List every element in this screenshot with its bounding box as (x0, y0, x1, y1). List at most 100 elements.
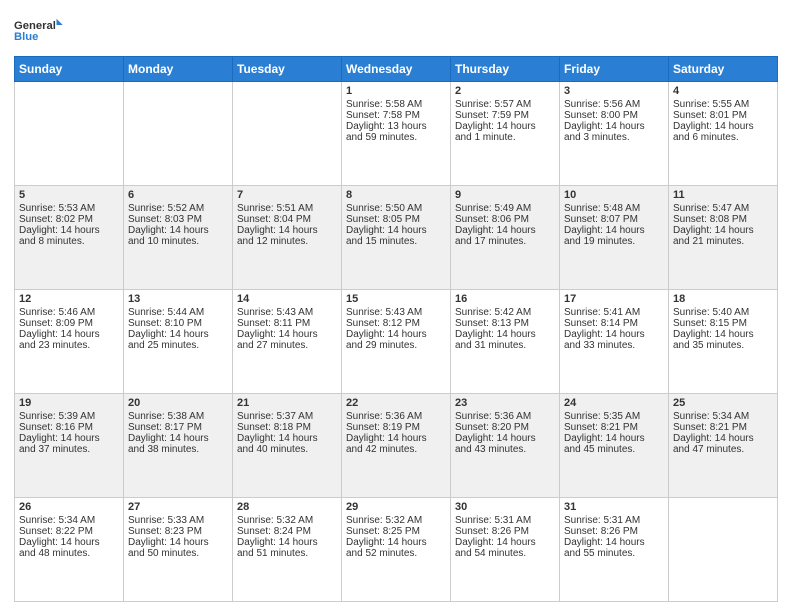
day-info-line: Sunset: 8:14 PM (564, 318, 664, 329)
day-cell-11: 11Sunrise: 5:47 AMSunset: 8:08 PMDayligh… (669, 186, 778, 290)
day-number-20: 20 (128, 397, 228, 409)
day-info-line: Sunset: 8:09 PM (19, 318, 119, 329)
day-info-line: Sunrise: 5:52 AM (128, 203, 228, 214)
day-info-line: Sunrise: 5:49 AM (455, 203, 555, 214)
day-cell-27: 27Sunrise: 5:33 AMSunset: 8:23 PMDayligh… (124, 498, 233, 602)
day-info-line: Daylight: 14 hours and 37 minutes. (19, 433, 119, 455)
day-info-line: Sunset: 8:08 PM (673, 214, 773, 225)
day-info-line: Sunrise: 5:43 AM (346, 307, 446, 318)
day-info-line: Sunset: 8:01 PM (673, 110, 773, 121)
day-number-22: 22 (346, 397, 446, 409)
day-number-19: 19 (19, 397, 119, 409)
day-cell-31: 31 Sunrise: 5:31 AMSunset: 8:26 PMDayligh… (560, 498, 669, 602)
day-info-line: Sunrise: 5:31 AM (455, 515, 555, 526)
day-info-line: Daylight: 14 hours and 45 minutes. (564, 433, 664, 455)
day-number-17: 17 (564, 293, 664, 305)
empty-cell (124, 82, 233, 186)
empty-cell (233, 82, 342, 186)
day-cell-5: 5Sunrise: 5:53 AMSunset: 8:02 PMDaylight… (15, 186, 124, 290)
day-info-line: Sunset: 8:00 PM (564, 110, 664, 121)
day-cell-23: 23Sunrise: 5:36 AMSunset: 8:20 PMDayligh… (451, 394, 560, 498)
day-info-line: Sunrise: 5:38 AM (128, 411, 228, 422)
day-info-line: Sunset: 8:18 PM (237, 422, 337, 433)
empty-cell (15, 82, 124, 186)
day-cell-25: 25Sunrise: 5:34 AMSunset: 8:21 PMDayligh… (669, 394, 778, 498)
day-info-line: Sunrise: 5:32 AM (237, 515, 337, 526)
svg-text:Blue: Blue (14, 31, 38, 43)
day-info-line: Daylight: 14 hours and 3 minutes. (564, 121, 664, 143)
day-info-line: Sunrise: 5:36 AM (455, 411, 555, 422)
day-number-21: 21 (237, 397, 337, 409)
day-cell-2: 2Sunrise: 5:57 AMSunset: 7:59 PMDaylight… (451, 82, 560, 186)
day-info-line: Sunset: 8:05 PM (346, 214, 446, 225)
day-info-line: Sunrise: 5:57 AM (455, 99, 555, 110)
day-number-7: 7 (237, 189, 337, 201)
day-cell-14: 14Sunrise: 5:43 AMSunset: 8:11 PMDayligh… (233, 290, 342, 394)
day-number-29: 29 (346, 501, 446, 513)
day-cell-12: 12Sunrise: 5:46 AMSunset: 8:09 PMDayligh… (15, 290, 124, 394)
day-number-1: 1 (346, 85, 446, 97)
day-info-line: Sunrise: 5:51 AM (237, 203, 337, 214)
day-info-line: Daylight: 14 hours and 15 minutes. (346, 225, 446, 247)
header-monday: Monday (124, 57, 233, 82)
day-info-line: Sunrise: 5:43 AM (237, 307, 337, 318)
day-cell-24: 24Sunrise: 5:35 AMSunset: 8:21 PMDayligh… (560, 394, 669, 498)
svg-text:General: General (14, 20, 56, 32)
day-number-25: 25 (673, 397, 773, 409)
day-info-line: Sunset: 8:07 PM (564, 214, 664, 225)
day-info-line: Daylight: 14 hours and 54 minutes. (455, 537, 555, 559)
day-cell-7: 7Sunrise: 5:51 AMSunset: 8:04 PMDaylight… (233, 186, 342, 290)
day-cell-26: 26Sunrise: 5:34 AMSunset: 8:22 PMDayligh… (15, 498, 124, 602)
day-info-line: Sunset: 8:11 PM (237, 318, 337, 329)
day-info-line: Sunrise: 5:37 AM (237, 411, 337, 422)
day-number-15: 15 (346, 293, 446, 305)
day-info-line: Daylight: 14 hours and 52 minutes. (346, 537, 446, 559)
day-cell-18: 18Sunrise: 5:40 AMSunset: 8:15 PMDayligh… (669, 290, 778, 394)
day-number-30: 30 (455, 501, 555, 513)
day-info-line: Sunset: 8:22 PM (19, 526, 119, 537)
day-info-line: Daylight: 13 hours and 59 minutes. (346, 121, 446, 143)
day-info-line: Daylight: 14 hours and 31 minutes. (455, 329, 555, 351)
day-cell-22: 22Sunrise: 5:36 AMSunset: 8:19 PMDayligh… (342, 394, 451, 498)
week-row-3: 12Sunrise: 5:46 AMSunset: 8:09 PMDayligh… (15, 290, 778, 394)
header-thursday: Thursday (451, 57, 560, 82)
week-row-4: 19Sunrise: 5:39 AMSunset: 8:16 PMDayligh… (15, 394, 778, 498)
day-info-line: Sunrise: 5:31 AM (564, 515, 664, 526)
day-cell-3: 3Sunrise: 5:56 AMSunset: 8:00 PMDaylight… (560, 82, 669, 186)
day-info-line: Sunrise: 5:53 AM (19, 203, 119, 214)
day-info-line: Daylight: 14 hours and 47 minutes. (673, 433, 773, 455)
day-cell-30: 30Sunrise: 5:31 AMSunset: 8:26 PMDayligh… (451, 498, 560, 602)
day-info-line: Sunrise: 5:40 AM (673, 307, 773, 318)
day-info-line: Daylight: 14 hours and 51 minutes. (237, 537, 337, 559)
day-info-line: Sunset: 8:06 PM (455, 214, 555, 225)
day-cell-28: 28Sunrise: 5:32 AMSunset: 8:24 PMDayligh… (233, 498, 342, 602)
day-number-31: 31 (564, 501, 664, 513)
day-info-line: Sunrise: 5:34 AM (673, 411, 773, 422)
header-friday: Friday (560, 57, 669, 82)
day-info-line: Daylight: 14 hours and 29 minutes. (346, 329, 446, 351)
day-cell-20: 20Sunrise: 5:38 AMSunset: 8:17 PMDayligh… (124, 394, 233, 498)
day-cell-29: 29 Sunrise: 5:32 AMSunset: 8:25 PMDayligh… (342, 498, 451, 602)
day-info-line: Sunset: 8:21 PM (564, 422, 664, 433)
header-wednesday: Wednesday (342, 57, 451, 82)
day-info-line: Sunrise: 5:48 AM (564, 203, 664, 214)
day-info-line: Sunrise: 5:44 AM (128, 307, 228, 318)
day-info-line: Sunrise: 5:39 AM (19, 411, 119, 422)
day-number-10: 10 (564, 189, 664, 201)
day-info-line: Sunset: 8:04 PM (237, 214, 337, 225)
day-info-line: Sunset: 8:26 PM (564, 526, 664, 537)
day-info-line: Daylight: 14 hours and 40 minutes. (237, 433, 337, 455)
week-row-5: 26Sunrise: 5:34 AMSunset: 8:22 PMDayligh… (15, 498, 778, 602)
day-number-11: 11 (673, 189, 773, 201)
day-info-line: Sunset: 8:24 PM (237, 526, 337, 537)
day-info-line: Sunrise: 5:35 AM (564, 411, 664, 422)
day-info-line: Daylight: 14 hours and 19 minutes. (564, 225, 664, 247)
day-number-14: 14 (237, 293, 337, 305)
day-info-line: Sunrise: 5:56 AM (564, 99, 664, 110)
day-info-line: Daylight: 14 hours and 55 minutes. (564, 537, 664, 559)
day-info-line: Daylight: 14 hours and 42 minutes. (346, 433, 446, 455)
day-info-line: Sunrise: 5:32 AM (346, 515, 446, 526)
day-info-line: Sunset: 8:16 PM (19, 422, 119, 433)
day-info-line: Sunset: 8:25 PM (346, 526, 446, 537)
day-info-line: Daylight: 14 hours and 35 minutes. (673, 329, 773, 351)
